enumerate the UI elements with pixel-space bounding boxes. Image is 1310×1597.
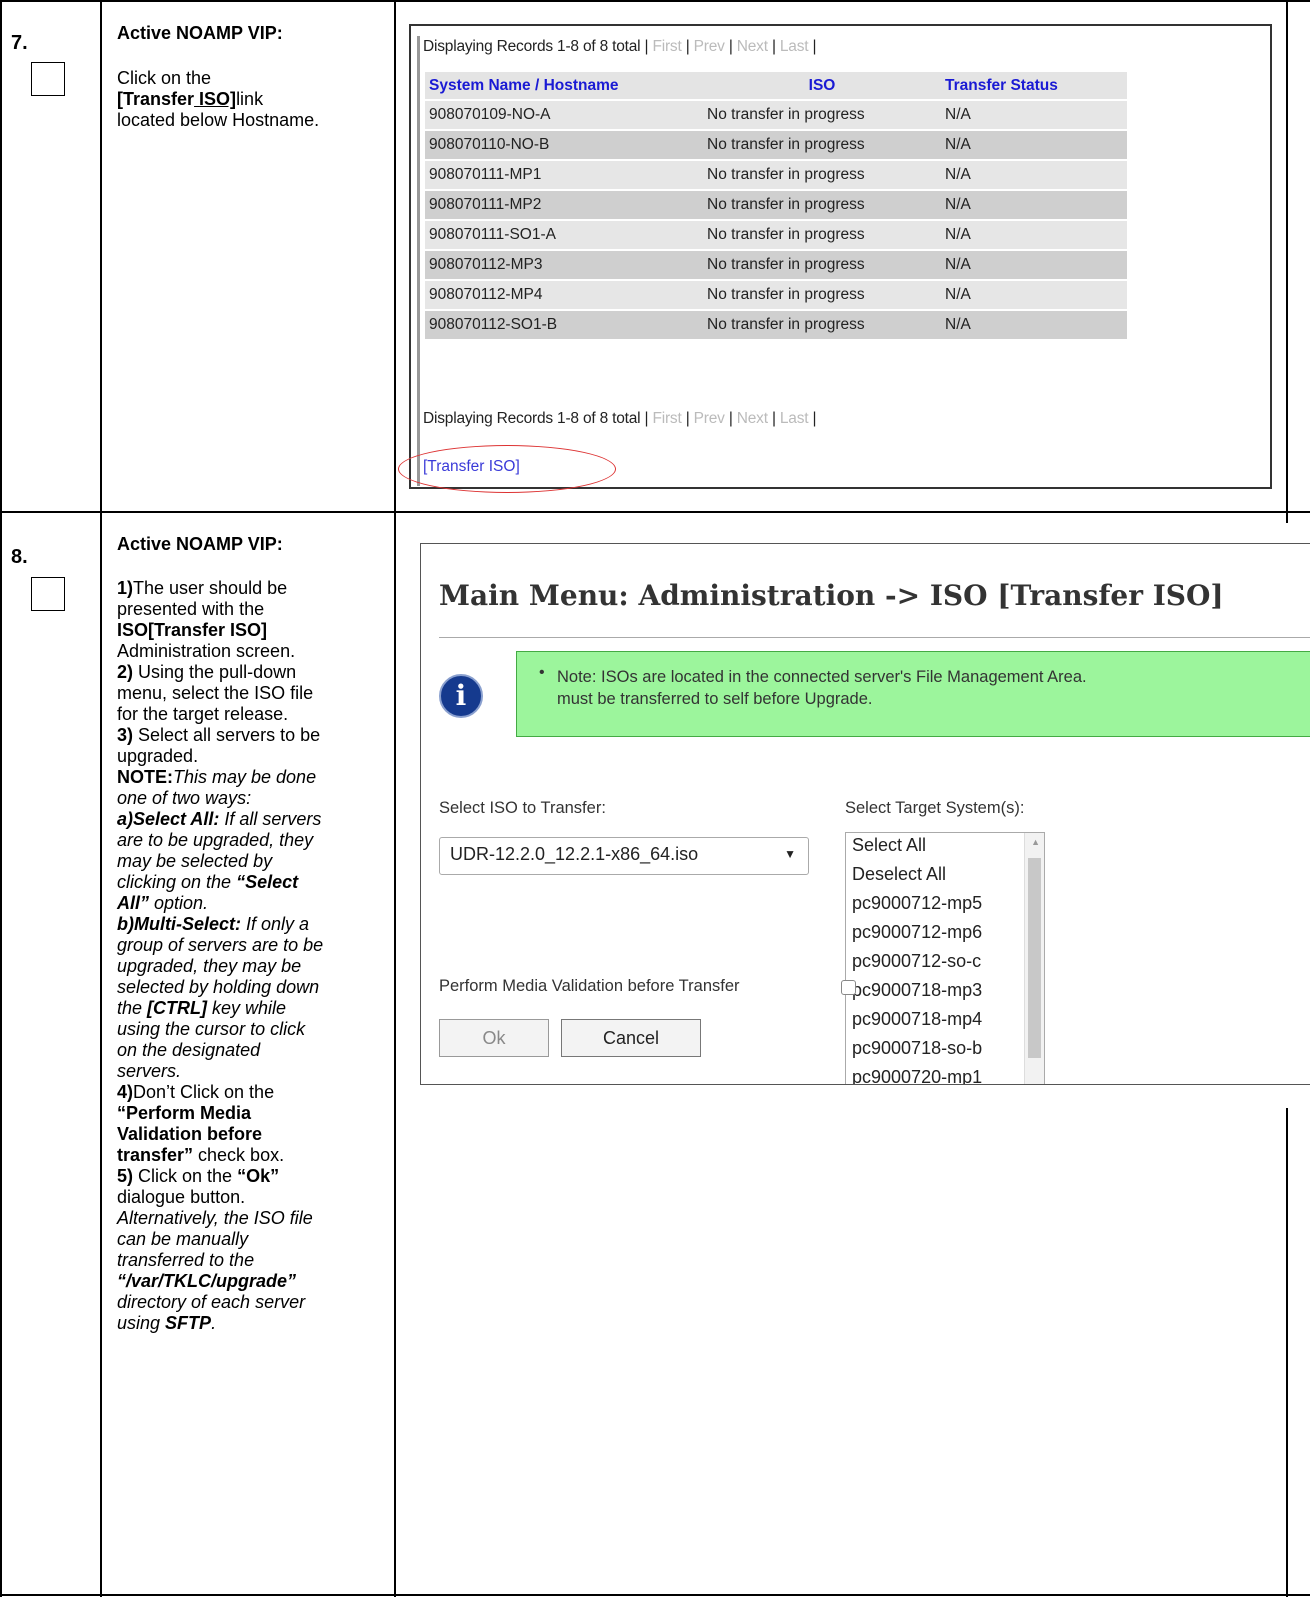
table-row: 908070111-SO1-A No transfer in progress N/… bbox=[425, 221, 1127, 249]
pager-last[interactable]: Last bbox=[780, 410, 809, 427]
target-systems-listbox[interactable]: Select All Deselect All pc9000712-mp5 pc… bbox=[845, 832, 1045, 1084]
list-item[interactable]: pc9000712-so-c bbox=[852, 951, 981, 972]
ok-button[interactable]: Ok bbox=[439, 1019, 549, 1057]
iso-status-table: System Name / Hostname ISO Transfer Stat… bbox=[425, 70, 1127, 341]
step-8-instructions: 1)The user should be presented with the … bbox=[117, 578, 324, 1333]
table-row: 908070109-NO-A No transfer in progress N/A bbox=[425, 101, 1127, 129]
table-row: 908070111-MP1 No transfer in progress N/A bbox=[425, 161, 1127, 189]
scroll-up-icon[interactable]: ▲ bbox=[1031, 837, 1040, 847]
page-title: Main Menu: Administration -> ISO [Transf… bbox=[439, 579, 1224, 612]
table-row: 908070112-MP4 No transfer in progress N/A bbox=[425, 281, 1127, 309]
cell-status: N/A bbox=[941, 191, 1127, 219]
cell-iso: No transfer in progress bbox=[703, 221, 941, 249]
note-text: Note: ISOs are located in the connected … bbox=[557, 668, 1087, 708]
table-row: 908070111-MP2 No transfer in progress N/A bbox=[425, 191, 1127, 219]
list-item[interactable]: pc9000720-mp1 bbox=[852, 1067, 982, 1084]
step-8-checkbox[interactable] bbox=[31, 577, 65, 611]
cell-hostname: 908070110-NO-B bbox=[425, 131, 703, 159]
table-right-edge-lower bbox=[1286, 1108, 1288, 1597]
list-item[interactable]: Deselect All bbox=[852, 864, 946, 885]
table-row: 908070112-SO1-B No transfer in progress N/… bbox=[425, 311, 1127, 339]
transfer-link-highlight-ellipse bbox=[398, 445, 616, 493]
table-row: 908070112-MP3 No transfer in progress N/A bbox=[425, 251, 1127, 279]
note-box: • Note: ISOs are located in the connecte… bbox=[516, 651, 1310, 737]
scrollbar-thumb[interactable] bbox=[1028, 858, 1041, 1058]
pager-first[interactable]: First bbox=[652, 410, 681, 427]
select-target-label: Select Target System(s): bbox=[845, 799, 1025, 817]
select-iso-label: Select ISO to Transfer: bbox=[439, 799, 606, 817]
media-validation-label: Perform Media Validation before Transfer bbox=[439, 977, 740, 995]
col-header-transfer-status[interactable]: Transfer Status bbox=[941, 72, 1127, 99]
pager-next[interactable]: Next bbox=[737, 38, 768, 55]
cell-hostname: 908070112-SO1-B bbox=[425, 311, 703, 339]
pager-bottom: Displaying Records 1-8 of 8 total | Firs… bbox=[423, 410, 817, 427]
cell-iso: No transfer in progress bbox=[703, 191, 941, 219]
pager-next[interactable]: Next bbox=[737, 410, 768, 427]
cell-iso: No transfer in progress bbox=[703, 281, 941, 309]
cell-hostname: 908070111-MP2 bbox=[425, 191, 703, 219]
cell-status: N/A bbox=[941, 281, 1127, 309]
cell-status: N/A bbox=[941, 311, 1127, 339]
list-item[interactable]: pc9000718-mp3 bbox=[852, 980, 982, 1001]
cancel-button[interactable]: Cancel bbox=[561, 1019, 701, 1057]
iso-select-dropdown[interactable]: UDR-12.2.0_12.2.1-x86_64.iso ▼ bbox=[439, 837, 809, 875]
col-header-iso[interactable]: ISO bbox=[703, 72, 941, 99]
left-bar bbox=[417, 36, 420, 486]
cell-status: N/A bbox=[941, 251, 1127, 279]
cell-iso: No transfer in progress bbox=[703, 101, 941, 129]
pager-last[interactable]: Last bbox=[780, 38, 809, 55]
cell-hostname: 908070111-SO1-A bbox=[425, 221, 703, 249]
table-border-top bbox=[0, 0, 1310, 2]
cell-status: N/A bbox=[941, 161, 1127, 189]
col-header-hostname[interactable]: System Name / Hostname bbox=[425, 72, 703, 99]
iso-status-screenshot: Displaying Records 1-8 of 8 total | Firs… bbox=[409, 24, 1272, 489]
pager-prev[interactable]: Prev bbox=[694, 38, 725, 55]
step-8-number: 8. bbox=[11, 546, 28, 568]
step-7-checkbox[interactable] bbox=[31, 62, 65, 96]
step-7-number: 7. bbox=[11, 32, 28, 54]
list-item[interactable]: pc9000718-mp4 bbox=[852, 1009, 982, 1030]
pager-top: Displaying Records 1-8 of 8 total | Firs… bbox=[423, 38, 817, 55]
cell-iso: No transfer in progress bbox=[703, 251, 941, 279]
info-icon: i bbox=[439, 674, 483, 718]
list-item[interactable]: pc9000712-mp5 bbox=[852, 893, 982, 914]
list-item[interactable]: pc9000718-so-b bbox=[852, 1038, 982, 1059]
step-7-instructions: Click on the [Transfer ISO]link located … bbox=[117, 68, 320, 130]
cell-iso: No transfer in progress bbox=[703, 131, 941, 159]
bullet: • bbox=[539, 664, 545, 681]
table-right-edge-upper bbox=[1286, 0, 1288, 523]
pager-prev[interactable]: Prev bbox=[694, 410, 725, 427]
cell-status: N/A bbox=[941, 101, 1127, 129]
table-divider-number-col bbox=[100, 0, 102, 1597]
step-7-heading: Active NOAMP VIP: bbox=[117, 23, 283, 43]
listbox-scrollbar[interactable]: ▲ ▼ bbox=[1024, 833, 1044, 1084]
table-row: 908070110-NO-B No transfer in progress N/A bbox=[425, 131, 1127, 159]
table-border-left bbox=[0, 0, 2, 1597]
dropdown-arrow-icon: ▼ bbox=[784, 847, 796, 861]
cell-hostname: 908070112-MP3 bbox=[425, 251, 703, 279]
media-validation-checkbox[interactable] bbox=[841, 980, 856, 995]
cell-status: N/A bbox=[941, 221, 1127, 249]
table-divider-text-col bbox=[394, 0, 396, 1597]
cell-iso: No transfer in progress bbox=[703, 311, 941, 339]
transfer-iso-screenshot: Main Menu: Administration -> ISO [Transf… bbox=[420, 543, 1310, 1085]
pager-first[interactable]: First bbox=[652, 38, 681, 55]
step-8-heading: Active NOAMP VIP: bbox=[117, 534, 283, 554]
table-border-bottom bbox=[0, 1594, 1310, 1596]
cell-hostname: 908070109-NO-A bbox=[425, 101, 703, 129]
cell-status: N/A bbox=[941, 131, 1127, 159]
cell-hostname: 908070111-MP1 bbox=[425, 161, 703, 189]
title-divider bbox=[439, 637, 1310, 638]
list-item[interactable]: pc9000712-mp6 bbox=[852, 922, 982, 943]
cell-hostname: 908070112-MP4 bbox=[425, 281, 703, 309]
table-row-divider bbox=[0, 511, 1310, 513]
list-item[interactable]: Select All bbox=[852, 835, 926, 856]
cell-iso: No transfer in progress bbox=[703, 161, 941, 189]
